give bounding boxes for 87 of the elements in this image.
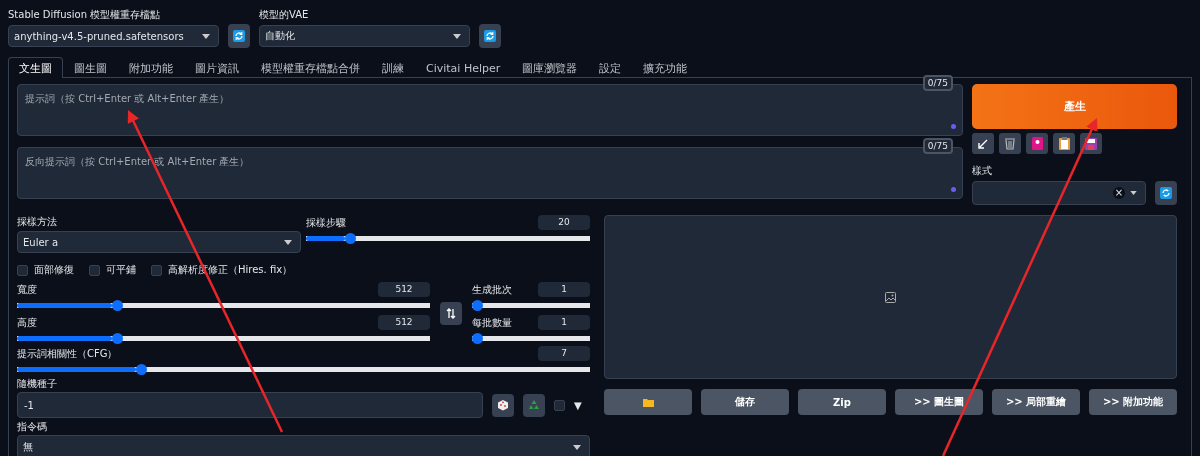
checkbox[interactable] (89, 264, 100, 276)
action-button[interactable]: >> 局部重繪 (992, 389, 1080, 415)
number-field[interactable]: 7 (538, 346, 590, 361)
slider[interactable] (472, 300, 590, 311)
slider-label: 生成批次 (472, 283, 512, 296)
expand-toggle[interactable]: ▼ (574, 399, 582, 411)
tab[interactable]: 附加功能 (118, 57, 184, 78)
action-button[interactable]: Zip (798, 389, 886, 415)
refresh-button[interactable] (1155, 181, 1177, 205)
refresh-button[interactable] (479, 24, 501, 48)
number-field[interactable]: 1 (538, 315, 590, 330)
caret-icon (1130, 191, 1137, 195)
refresh-icon (233, 30, 245, 42)
recycle-button[interactable] (523, 393, 545, 417)
slider-thumb[interactable] (472, 333, 483, 344)
tool-button[interactable] (999, 133, 1021, 154)
tab[interactable]: 文生圖 (8, 57, 63, 78)
image-icon (885, 291, 896, 303)
sampler-dropdown[interactable]: Euler a (17, 231, 301, 253)
tab[interactable]: 訓練 (371, 57, 415, 78)
tool-button[interactable] (1053, 133, 1075, 154)
field-label: 指令碼 (17, 420, 48, 433)
status-dot (951, 124, 956, 129)
action-button[interactable]: >> 圖生圖 (895, 389, 983, 415)
slider-thumb[interactable] (135, 364, 147, 375)
slider-label: 寬度 (17, 283, 37, 296)
tab[interactable]: 圖庫瀏覽器 (511, 57, 589, 78)
dice-icon (497, 399, 509, 411)
tab[interactable]: 模型權重存檔點合併 (250, 57, 371, 78)
number-field[interactable]: 512 (378, 315, 430, 330)
checkbox[interactable] (151, 264, 162, 276)
slider[interactable] (472, 333, 590, 344)
checkbox-label: 可平鋪 (106, 263, 136, 277)
status-dot (951, 187, 956, 192)
seed-field[interactable]: -1 (17, 392, 483, 418)
dice-button[interactable] (492, 393, 514, 417)
refresh-icon (1160, 187, 1172, 199)
checkbox[interactable] (554, 399, 565, 411)
number-field[interactable]: 20 (538, 215, 590, 230)
slider-label: 高度 (17, 316, 37, 329)
slider-thumb[interactable] (344, 233, 356, 244)
recycle-icon (528, 399, 540, 411)
tab[interactable]: 擴充功能 (632, 57, 699, 78)
clipboard-icon (1058, 137, 1070, 150)
tool-button[interactable] (972, 133, 994, 154)
caret-icon (284, 239, 292, 245)
action-button[interactable]: >> 附加功能 (1089, 389, 1177, 415)
tool-button[interactable] (1026, 133, 1048, 154)
checkbox-label: 面部修復 (34, 263, 74, 277)
folder-icon (642, 397, 654, 407)
folder-button[interactable] (604, 389, 692, 415)
slider-label: 每批數量 (472, 316, 512, 329)
swap-icon (446, 307, 456, 319)
card-icon (1031, 137, 1043, 150)
slider-label: 提示詞相關性（CFG） (17, 347, 118, 360)
tab[interactable]: Civitai Helper (415, 57, 512, 78)
field-label: 隨機種子 (17, 377, 58, 390)
tab[interactable]: 圖片資訊 (184, 57, 250, 78)
dropdown[interactable]: 自動化 (259, 25, 470, 47)
clear-button[interactable]: × (1113, 187, 1125, 199)
style-dropdown[interactable]: × (972, 181, 1146, 205)
tab[interactable]: 設定 (588, 57, 633, 78)
trash-icon (1004, 137, 1016, 150)
tab[interactable]: 圖生圖 (63, 57, 118, 78)
caret-icon (453, 33, 461, 39)
action-button[interactable]: 儲存 (701, 389, 789, 415)
caret-icon (573, 444, 581, 450)
field-label: 樣式 (972, 164, 993, 177)
script-dropdown[interactable]: 無 (17, 435, 590, 456)
number-field[interactable]: 1 (538, 282, 590, 297)
swap-button[interactable] (440, 301, 462, 325)
token-counter: 0/75 (922, 138, 953, 154)
slider-label: 採樣步驟 (306, 216, 346, 229)
refresh-button[interactable] (228, 24, 250, 48)
slider-thumb[interactable] (112, 300, 123, 311)
field-label: 採樣方法 (17, 215, 58, 228)
field-label: 模型的VAE (259, 8, 310, 21)
token-counter: 0/75 (922, 75, 953, 91)
refresh-icon (484, 30, 496, 42)
field-label: Stable Diffusion 模型權重存檔點 (8, 8, 162, 21)
arrow-icon (977, 137, 989, 150)
checkbox[interactable] (17, 264, 28, 276)
caret-icon (202, 33, 210, 39)
number-field[interactable]: 512 (378, 282, 430, 297)
slider-thumb[interactable] (112, 333, 123, 344)
dropdown[interactable]: anything-v4.5-pruned.safetensors (8, 25, 219, 47)
slider-thumb[interactable] (472, 300, 483, 311)
